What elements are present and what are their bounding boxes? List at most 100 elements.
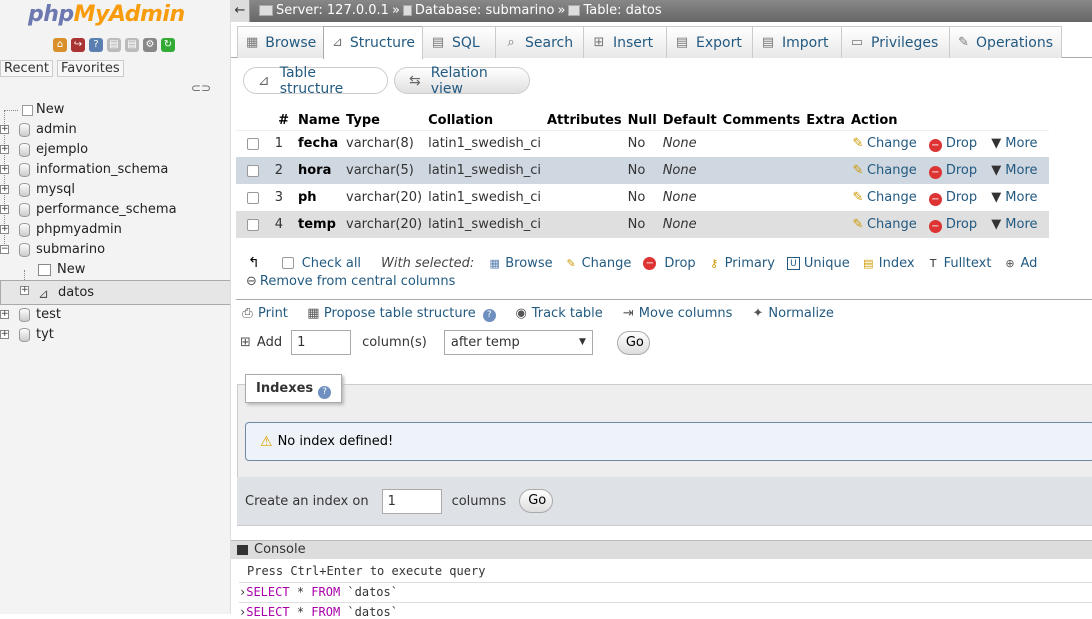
tab-export[interactable]: ▤ Export — [666, 26, 753, 58]
bulk-browse-button[interactable]: ▦ Browse — [488, 256, 553, 271]
table-row[interactable]: 3 ph varchar(20) latin1_swedish_ci No No… — [236, 184, 1049, 211]
drop-link[interactable]: − Drop — [928, 136, 977, 152]
bulk-index-button[interactable]: ▤ Index — [862, 256, 915, 271]
docs-icon[interactable]: ▤ — [107, 38, 121, 52]
expand-icon[interactable]: + — [0, 205, 9, 214]
add-columns-count-input[interactable]: 1 — [291, 330, 352, 355]
breadcrumb-server[interactable]: Server: 127.0.0.1 — [259, 0, 389, 22]
console-bar[interactable]: Console — [231, 540, 1092, 559]
tree-item-ejemplo[interactable]: + ejemplo — [0, 140, 230, 160]
help-icon[interactable]: ? — [318, 386, 332, 399]
change-link[interactable]: ✎ Change — [851, 163, 916, 178]
header-type[interactable]: Type — [343, 111, 426, 131]
expand-icon[interactable]: + — [0, 310, 9, 319]
expand-icon[interactable]: + — [0, 125, 9, 134]
tree-item-submarino[interactable]: − submarino — [0, 240, 230, 260]
tree-item-new[interactable]: New — [0, 100, 230, 120]
favorites-tab[interactable]: Favorites — [56, 60, 124, 77]
header-name[interactable]: Name — [295, 111, 344, 131]
tab-operations[interactable]: ✎ Operations — [949, 26, 1062, 58]
tree-item-mysql[interactable]: + mysql — [0, 180, 230, 200]
docs2-icon[interactable]: ▤ — [125, 38, 139, 52]
tree-item-admin[interactable]: + admin — [0, 120, 230, 140]
row-checkbox[interactable] — [246, 137, 259, 150]
bulk-primary-button[interactable]: ⚷ Primary — [708, 256, 775, 271]
row-checkbox[interactable] — [246, 218, 259, 231]
bulk-change-button[interactable]: ✎ Change — [565, 256, 631, 271]
table-row[interactable]: 2 hora varchar(5) latin1_swedish_ci No N… — [236, 157, 1049, 184]
console-query-1[interactable]: ›SELECT * FROM `datos` — [239, 585, 398, 599]
tab-search[interactable]: ⌕ Search — [495, 26, 584, 58]
tab-browse[interactable]: ▦ Browse — [237, 26, 324, 58]
create-index-go-button[interactable]: Go — [519, 489, 554, 513]
check-all-label[interactable]: Check all — [302, 256, 361, 271]
more-dropdown[interactable]: ▼ More — [989, 163, 1037, 178]
expand-icon[interactable]: + — [0, 330, 9, 339]
header-number[interactable]: # — [269, 111, 295, 131]
bulk-unique-button[interactable]: U Unique — [786, 256, 850, 271]
create-index-count-input[interactable]: 1 — [381, 488, 442, 514]
tree-item-datos[interactable]: + ⊿ datos — [0, 280, 230, 305]
move-columns-link[interactable]: ⇥ Move columns — [621, 306, 733, 322]
console-body[interactable]: Press Ctrl+Enter to execute query ›SELEC… — [231, 559, 1092, 619]
console-query-2[interactable]: ›SELECT * FROM `datos` — [239, 605, 398, 619]
add-columns-go-button[interactable]: Go — [616, 330, 650, 355]
change-link[interactable]: ✎ Change — [851, 190, 916, 205]
bulk-drop-button[interactable]: − Drop — [643, 256, 696, 271]
drop-link[interactable]: − Drop — [928, 217, 977, 233]
more-dropdown[interactable]: ▼ More — [989, 190, 1037, 205]
table-row[interactable]: 1 fecha varchar(8) latin1_swedish_ci No … — [236, 130, 1049, 157]
reload-icon[interactable]: ↻ — [161, 38, 175, 52]
home-icon[interactable]: ⌂ — [53, 38, 67, 52]
check-all-checkbox[interactable] — [281, 257, 294, 269]
normalize-link[interactable]: ✦ Normalize — [750, 306, 833, 322]
subtab-relation-view[interactable]: ⇆ Relation view — [394, 65, 530, 97]
expand-icon[interactable]: + — [0, 165, 9, 174]
row-checkbox[interactable] — [246, 191, 259, 204]
header-null[interactable]: Null — [624, 111, 660, 131]
tab-import[interactable]: ▤ Import — [752, 26, 842, 58]
expand-icon[interactable]: + — [0, 185, 9, 194]
column-position-select[interactable]: after temp ▼ — [443, 330, 593, 355]
help-icon[interactable]: ? — [89, 38, 103, 52]
subtab-table-structure[interactable]: ⊿ Table structure — [243, 65, 388, 97]
tree-item-phpmyadmin[interactable]: + phpmyadmin — [0, 220, 230, 240]
bulk-add-button[interactable]: ⊕ Ad — [1003, 256, 1037, 271]
help-icon[interactable]: ? — [482, 309, 496, 322]
header-attributes[interactable]: Attributes — [543, 111, 625, 131]
tree-item-test[interactable]: + test — [0, 305, 230, 325]
link-icon[interactable]: ⊂⊃ — [191, 81, 211, 95]
collapse-icon[interactable]: − — [0, 245, 9, 254]
tree-item-information-schema[interactable]: + information_schema — [0, 160, 230, 180]
header-collation[interactable]: Collation — [425, 111, 544, 131]
more-dropdown[interactable]: ▼ More — [989, 136, 1037, 151]
change-link[interactable]: ✎ Change — [851, 217, 916, 232]
drop-link[interactable]: − Drop — [928, 163, 977, 179]
header-extra[interactable]: Extra — [803, 111, 848, 131]
tree-item-tyt[interactable]: + tyt — [0, 325, 230, 345]
tree-item-performance-schema[interactable]: + performance_schema — [0, 200, 230, 220]
tree-item-new-table[interactable]: New — [0, 260, 230, 280]
more-dropdown[interactable]: ▼ More — [989, 217, 1037, 232]
propose-structure-link[interactable]: ▦ Propose table structure? — [306, 306, 496, 322]
header-default[interactable]: Default — [659, 111, 720, 131]
breadcrumb-database[interactable]: Database: submarino — [402, 0, 555, 22]
print-link[interactable]: ⎙ Print — [240, 306, 288, 322]
bulk-remove-central-button[interactable]: ⊖ Remove from central columns — [246, 274, 455, 289]
breadcrumb-table[interactable]: Table: datos — [568, 0, 662, 22]
tab-structure[interactable]: ⊿ Structure — [323, 26, 423, 59]
change-link[interactable]: ✎ Change — [851, 136, 916, 151]
row-checkbox[interactable] — [246, 164, 259, 177]
settings-icon[interactable]: ⚙ — [143, 38, 157, 52]
bulk-fulltext-button[interactable]: T Fulltext — [927, 256, 992, 271]
recent-tab[interactable]: Recent — [0, 60, 53, 77]
track-table-link[interactable]: ◉ Track table — [514, 306, 603, 322]
logout-icon[interactable]: ↪ — [71, 38, 85, 52]
drop-link[interactable]: − Drop — [928, 190, 977, 206]
phpmyadmin-logo[interactable]: phpMyAdmin — [28, 2, 185, 27]
tab-sql[interactable]: ▤ SQL — [422, 26, 496, 58]
tab-insert[interactable]: ⊞ Insert — [583, 26, 667, 58]
table-row[interactable]: 4 temp varchar(20) latin1_swedish_ci No … — [236, 211, 1049, 238]
tab-privileges[interactable]: ▭ Privileges — [841, 26, 950, 58]
expand-icon[interactable]: + — [20, 286, 29, 295]
